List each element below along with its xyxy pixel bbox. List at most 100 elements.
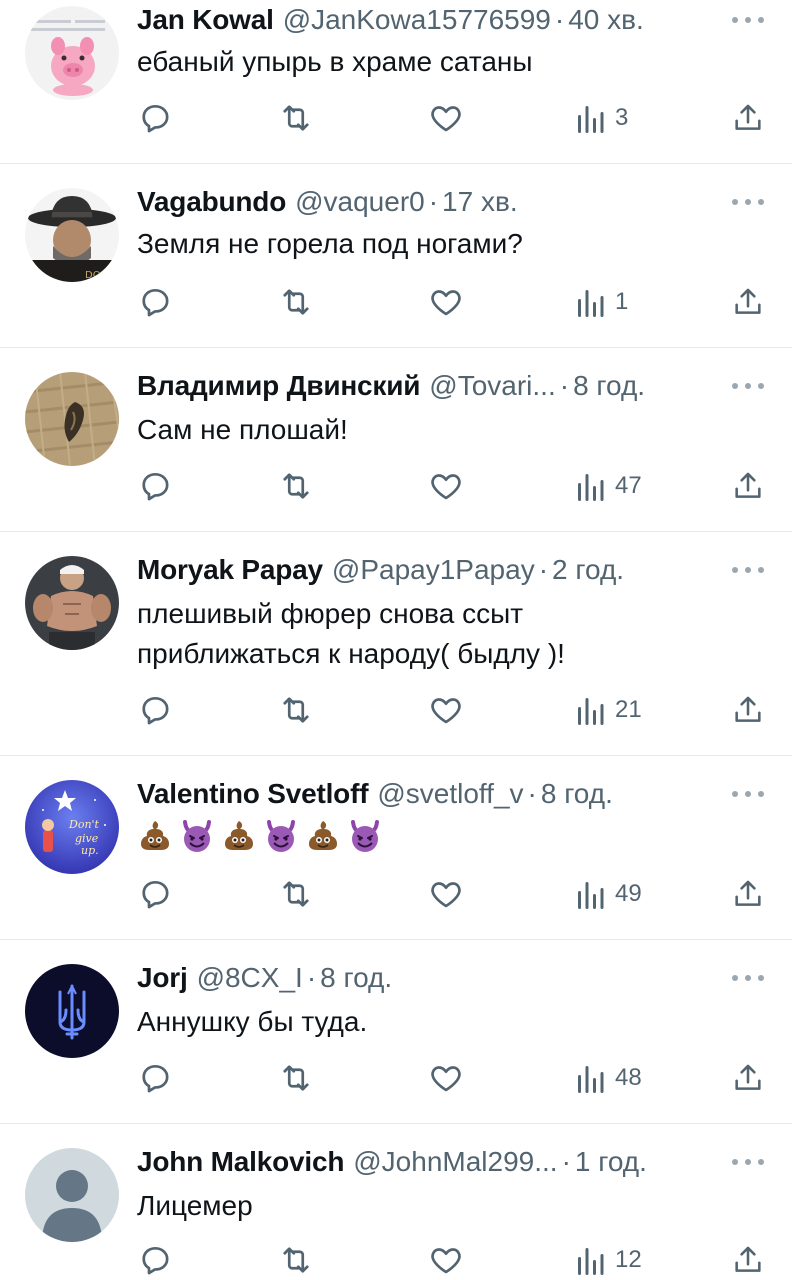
like-button[interactable]	[428, 690, 464, 730]
tweet[interactable]: Jorj @8CX_I · 8 год. Аннушку бы туда. 48	[0, 940, 792, 1124]
display-name[interactable]: Владимир Двинский	[137, 368, 420, 404]
views-button[interactable]: 12	[575, 1240, 642, 1280]
username-handle[interactable]: @svetloff_v	[377, 776, 523, 812]
username-handle[interactable]: @JohnMal299...	[353, 1144, 557, 1180]
display-name[interactable]: Moryak Papay	[137, 552, 323, 588]
reply-button[interactable]	[137, 1240, 173, 1280]
display-name[interactable]: John Malkovich	[137, 1144, 344, 1180]
tweet-text: ебаный упырь в храме сатаны	[137, 46, 533, 77]
views-icon	[578, 106, 604, 133]
share-button[interactable]	[731, 874, 765, 914]
like-button[interactable]	[428, 282, 464, 322]
user-avatar[interactable]: Don't give up.	[25, 780, 119, 874]
like-button[interactable]	[428, 1240, 464, 1280]
more-options-icon[interactable]	[732, 1152, 764, 1172]
repost-button[interactable]	[277, 874, 315, 914]
separator-dot: ·	[561, 1146, 571, 1177]
reply-icon	[142, 104, 169, 133]
reply-icon	[142, 288, 169, 317]
views-icon	[578, 698, 604, 725]
username-handle[interactable]: @vaquer0	[295, 184, 425, 220]
repost-button[interactable]	[277, 282, 315, 322]
user-avatar[interactable]	[25, 6, 119, 100]
repost-button[interactable]	[277, 1240, 315, 1280]
reply-button[interactable]	[137, 874, 173, 914]
like-button[interactable]	[428, 1058, 464, 1098]
reply-button[interactable]	[137, 98, 173, 138]
reply-button[interactable]	[137, 690, 173, 730]
tweet-text: Земля не горела под ногами?	[137, 228, 523, 259]
tweet-header: Valentino Svetloff @svetloff_v · 8 год.	[137, 776, 712, 812]
views-button[interactable]: 3	[575, 98, 628, 138]
share-button[interactable]	[731, 98, 765, 138]
user-avatar[interactable]	[25, 1148, 119, 1242]
username-handle[interactable]: @8CX_I	[197, 960, 303, 996]
more-options-icon[interactable]	[732, 784, 764, 804]
timestamp[interactable]: 8 год.	[541, 776, 613, 812]
display-name[interactable]: Jorj	[137, 960, 188, 996]
share-button[interactable]	[731, 1240, 765, 1280]
views-count: 1	[615, 288, 629, 315]
user-avatar[interactable]	[25, 964, 119, 1058]
share-icon	[735, 104, 761, 130]
display-name[interactable]: Vagabundo	[137, 184, 286, 220]
share-button[interactable]	[731, 282, 765, 322]
reply-button[interactable]	[137, 282, 173, 322]
views-button[interactable]: 21	[575, 690, 642, 730]
repost-button[interactable]	[277, 1058, 315, 1098]
username-handle[interactable]: @JanKowa15776599	[283, 2, 551, 38]
tweet[interactable]: DON Vagabundo @vaquer0 · 17 хв. Земля не…	[0, 164, 792, 348]
views-count: 47	[615, 472, 642, 499]
timestamp[interactable]: 2 год.	[552, 552, 624, 588]
more-options-icon[interactable]	[732, 968, 764, 988]
share-button[interactable]	[731, 466, 765, 506]
user-avatar[interactable]: DON	[25, 188, 119, 282]
like-button[interactable]	[428, 874, 464, 914]
timestamp[interactable]: 17 хв.	[442, 184, 518, 220]
heart-icon	[431, 106, 461, 132]
tweet[interactable]: John Malkovich @JohnMal299... · 1 год. Л…	[0, 1124, 792, 1280]
tweet-actions: 3	[0, 98, 792, 138]
dont-give-up-avatar-icon: Don't give up.	[25, 780, 119, 874]
display-name[interactable]: Valentino Svetloff	[137, 776, 369, 812]
share-icon	[735, 1064, 761, 1090]
more-options-icon[interactable]	[732, 192, 764, 212]
views-icon	[578, 882, 604, 909]
pig-avatar-icon	[25, 6, 119, 100]
reply-button[interactable]	[137, 466, 173, 506]
repost-button[interactable]	[277, 466, 315, 506]
tweet[interactable]: Jan Kowal @JanKowa15776599 · 40 хв. ебан…	[0, 0, 792, 164]
more-options-icon[interactable]	[732, 10, 764, 30]
share-button[interactable]	[731, 1058, 765, 1098]
display-name[interactable]: Jan Kowal	[137, 2, 274, 38]
timestamp[interactable]: 1 год.	[575, 1144, 647, 1180]
timestamp[interactable]: 8 год.	[320, 960, 392, 996]
share-icon	[735, 880, 761, 906]
repost-button[interactable]	[277, 690, 315, 730]
timestamp[interactable]: 8 год.	[573, 368, 645, 404]
username-handle[interactable]: @Tovari...	[429, 368, 555, 404]
like-button[interactable]	[428, 466, 464, 506]
views-button[interactable]: 49	[575, 874, 642, 914]
views-button[interactable]: 48	[575, 1058, 642, 1098]
more-options-icon[interactable]	[732, 560, 764, 580]
heart-icon	[431, 290, 461, 316]
reply-button[interactable]	[137, 1058, 173, 1098]
views-button[interactable]: 47	[575, 466, 642, 506]
tweet[interactable]: Владимир Двинский @Tovari... · 8 год. Са…	[0, 348, 792, 532]
poop-emoji-icon	[141, 821, 169, 850]
repost-button[interactable]	[277, 98, 315, 138]
share-button[interactable]	[731, 690, 765, 730]
more-options-icon[interactable]	[732, 376, 764, 396]
tweet[interactable]: Don't give up. Valentino Svetloff @svetl…	[0, 756, 792, 940]
tweet-header: Moryak Papay @Papay1Papay · 2 год.	[137, 552, 712, 588]
tweet[interactable]: Moryak Papay @Papay1Papay · 2 год. плеши…	[0, 532, 792, 756]
user-avatar[interactable]	[25, 372, 119, 466]
views-icon	[578, 1066, 604, 1093]
username-handle[interactable]: @Papay1Papay	[332, 552, 535, 588]
like-button[interactable]	[428, 98, 464, 138]
user-avatar[interactable]	[25, 556, 119, 650]
views-icon	[578, 1248, 604, 1275]
timestamp[interactable]: 40 хв.	[568, 2, 644, 38]
views-button[interactable]: 1	[575, 282, 628, 322]
